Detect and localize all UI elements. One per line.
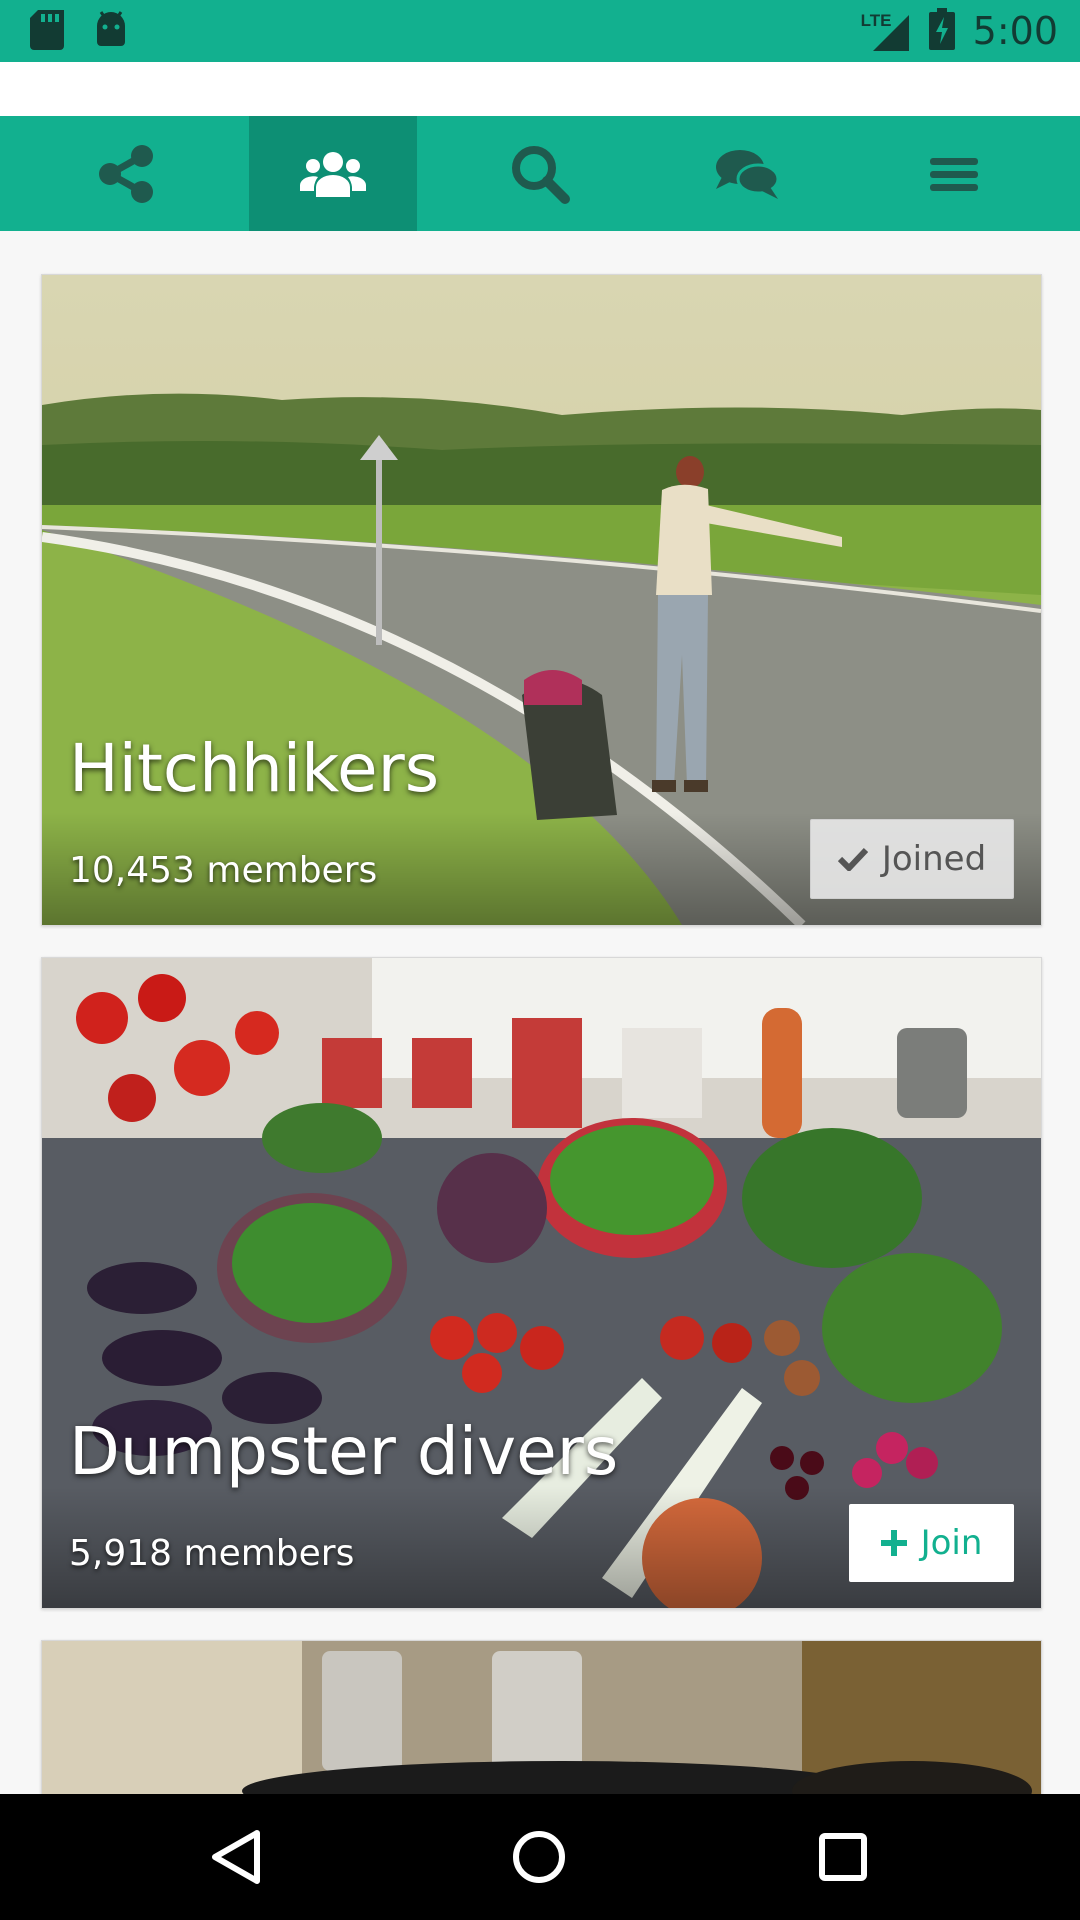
battery-charging-icon bbox=[928, 7, 955, 55]
users-icon bbox=[300, 151, 366, 197]
search-icon bbox=[512, 145, 570, 204]
clock: 5:00 bbox=[972, 9, 1058, 53]
recents-button[interactable] bbox=[810, 1824, 876, 1890]
chat-icon bbox=[716, 149, 780, 199]
group-card-dumpster-divers[interactable]: Dumpster divers 5,918 members Join bbox=[41, 957, 1042, 1609]
back-triangle-icon bbox=[212, 1830, 260, 1884]
hamburger-menu-icon bbox=[930, 157, 978, 191]
tab-messages[interactable] bbox=[663, 116, 831, 231]
member-count: 5,918 members bbox=[69, 1533, 355, 1574]
tab-share[interactable] bbox=[42, 116, 210, 231]
recents-square-icon bbox=[819, 1833, 867, 1881]
sd-card-icon bbox=[30, 10, 64, 55]
member-count: 10,453 members bbox=[69, 850, 378, 891]
system-navigation-bar bbox=[0, 1794, 1080, 1920]
group-card-hitchhikers[interactable]: Hitchhikers 10,453 members Joined bbox=[41, 274, 1042, 926]
kitchen-photo bbox=[42, 1641, 1041, 1795]
tab-bar bbox=[0, 116, 1080, 231]
share-icon bbox=[99, 144, 153, 203]
lte-signal-icon: LTE bbox=[861, 11, 911, 51]
header-spacer bbox=[0, 62, 1080, 116]
tab-search[interactable] bbox=[456, 116, 624, 231]
tab-groups[interactable] bbox=[249, 116, 417, 231]
group-card-partial[interactable] bbox=[41, 1640, 1042, 1796]
home-button[interactable] bbox=[506, 1824, 572, 1890]
home-circle-icon bbox=[513, 1831, 565, 1883]
back-button[interactable] bbox=[203, 1824, 269, 1890]
join-button[interactable]: Join bbox=[849, 1504, 1014, 1582]
join-button-label: Join bbox=[920, 1523, 983, 1563]
group-title[interactable]: Dumpster divers bbox=[69, 1413, 618, 1490]
android-icon bbox=[94, 10, 128, 55]
plus-icon bbox=[880, 1530, 907, 1556]
status-bar: LTE 5:00 bbox=[0, 0, 1080, 62]
joined-button-label: Joined bbox=[881, 839, 987, 879]
group-title[interactable]: Hitchhikers bbox=[69, 730, 439, 807]
check-icon bbox=[837, 847, 868, 871]
tab-menu[interactable] bbox=[870, 116, 1038, 231]
joined-button[interactable]: Joined bbox=[810, 819, 1014, 899]
